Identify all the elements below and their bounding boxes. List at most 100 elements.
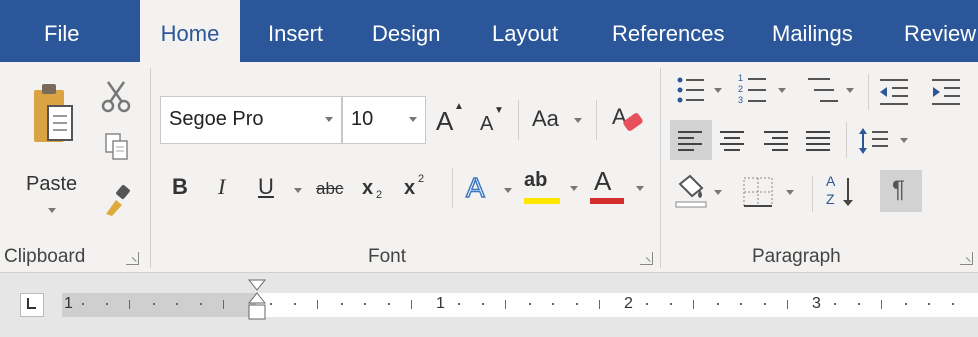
tab-design[interactable]: Design: [372, 0, 440, 62]
subscript-mark: 2: [376, 189, 383, 201]
ruler-number: 2: [624, 295, 633, 312]
chevron-down-icon: [48, 208, 56, 213]
group-divider: [660, 68, 661, 268]
tab-mailings[interactable]: Mailings: [772, 0, 853, 62]
cut-icon[interactable]: [100, 80, 132, 114]
highlight-swatch: [524, 198, 560, 204]
font-color-button[interactable]: A: [590, 168, 648, 208]
ruler-tick: [646, 303, 648, 305]
text-effects-button[interactable]: A: [464, 170, 516, 208]
font-name-combo[interactable]: Segoe Pro: [160, 96, 342, 144]
clipboard-group-label: Clipboard: [4, 246, 86, 267]
ruler-tick: [387, 303, 390, 305]
indent-marker-icon[interactable]: [248, 279, 266, 323]
chevron-down-icon: [504, 188, 512, 193]
ruler-tick: [176, 303, 178, 305]
font-color-label: A: [594, 166, 612, 196]
numbering-button[interactable]: 1 2 3: [738, 74, 796, 108]
font-launcher-icon[interactable]: [640, 252, 653, 265]
chevron-down-icon: [636, 186, 644, 191]
align-right-icon[interactable]: [764, 130, 790, 152]
horizontal-ruler[interactable]: 1 1 2 3: [62, 279, 978, 320]
paragraph-launcher-icon[interactable]: [960, 252, 973, 265]
ruler-number: 1: [436, 295, 445, 312]
ruler-tick: [528, 303, 531, 305]
show-formatting-button[interactable]: ¶: [880, 170, 922, 212]
ruler-tick: [270, 303, 272, 305]
italic-button[interactable]: I: [218, 176, 225, 198]
tab-insert[interactable]: Insert: [268, 0, 323, 62]
tab-selector[interactable]: [20, 293, 44, 317]
shading-icon[interactable]: [674, 174, 730, 210]
ruler-tick: [152, 303, 155, 305]
shrink-font-button[interactable]: A ▼: [478, 102, 508, 138]
sort-button[interactable]: A Z: [822, 172, 862, 212]
borders-icon[interactable]: [742, 174, 802, 210]
ruler-tick: [105, 303, 108, 305]
format-painter-icon[interactable]: [102, 184, 134, 218]
ruler-tick: [481, 303, 484, 305]
change-case-button[interactable]: Aa: [530, 102, 586, 138]
font-size-combo[interactable]: 10: [342, 96, 426, 144]
ruler-tick: [716, 303, 719, 305]
ruler-tick: [82, 303, 84, 305]
tab-review[interactable]: Review: [904, 0, 976, 62]
left-tab-icon: [27, 298, 36, 309]
decrease-indent-icon[interactable]: [878, 76, 912, 106]
ruler-tick: [552, 303, 554, 305]
highlight-color-button[interactable]: ab: [524, 168, 582, 208]
ruler-tick: [740, 303, 742, 305]
align-left-button[interactable]: [670, 120, 712, 160]
chevron-down-icon: [409, 117, 417, 122]
tab-home[interactable]: Home: [140, 0, 240, 62]
ruler-tick: [904, 303, 907, 305]
ruler-tick: [223, 300, 224, 309]
underline-label: U: [258, 174, 274, 199]
font-name-value: Segoe Pro: [169, 108, 264, 130]
ruler-tick: [951, 303, 954, 305]
chevron-down-icon: [325, 117, 333, 122]
copy-icon[interactable]: [104, 132, 130, 162]
subscript-button[interactable]: x 2: [362, 172, 394, 206]
ruler-tick: [787, 300, 788, 309]
tab-references[interactable]: References: [612, 0, 725, 62]
separator: [868, 74, 869, 110]
grow-font-button[interactable]: A ▲: [434, 102, 464, 138]
ruler-tick: [129, 300, 130, 309]
superscript-button[interactable]: x 2: [404, 172, 436, 206]
highlight-label: ab: [524, 169, 548, 191]
increase-indent-icon[interactable]: [930, 76, 964, 106]
clipboard-launcher-icon[interactable]: [126, 252, 139, 265]
font-color-swatch: [590, 198, 624, 204]
justify-icon[interactable]: [806, 130, 832, 152]
strikethrough-button[interactable]: abc: [316, 180, 343, 197]
ruler-tick: [293, 303, 296, 305]
align-left-icon: [678, 131, 702, 151]
separator: [846, 122, 847, 158]
chevron-down-icon: [570, 186, 578, 191]
align-center-icon[interactable]: [720, 130, 746, 152]
ruler-number: 1: [64, 295, 73, 312]
chevron-down-icon: [574, 118, 582, 123]
paste-button[interactable]: Paste: [14, 72, 90, 222]
ruler-tick: [317, 300, 318, 309]
superscript-mark: 2: [418, 173, 425, 185]
paste-label: Paste: [26, 173, 78, 195]
underline-button[interactable]: U: [256, 172, 308, 206]
tab-file[interactable]: File: [44, 0, 79, 62]
chevron-down-icon: [294, 188, 302, 193]
bold-button[interactable]: B: [172, 176, 188, 198]
line-spacing-icon[interactable]: [858, 126, 916, 156]
ruler-tick: [881, 300, 882, 309]
ruler-tick: [857, 303, 860, 305]
clear-formatting-icon[interactable]: A: [610, 102, 646, 136]
ruler-tick: [834, 303, 836, 305]
sort-top-label: A: [826, 173, 836, 189]
tab-layout[interactable]: Layout: [492, 0, 558, 62]
bullets-icon[interactable]: [676, 74, 726, 108]
ruler-left-margin: [62, 293, 256, 317]
font-group-label: Font: [368, 246, 407, 267]
multilevel-list-icon[interactable]: [806, 74, 862, 108]
numbering-icon: [748, 78, 786, 102]
ruler-tick: [458, 303, 460, 305]
